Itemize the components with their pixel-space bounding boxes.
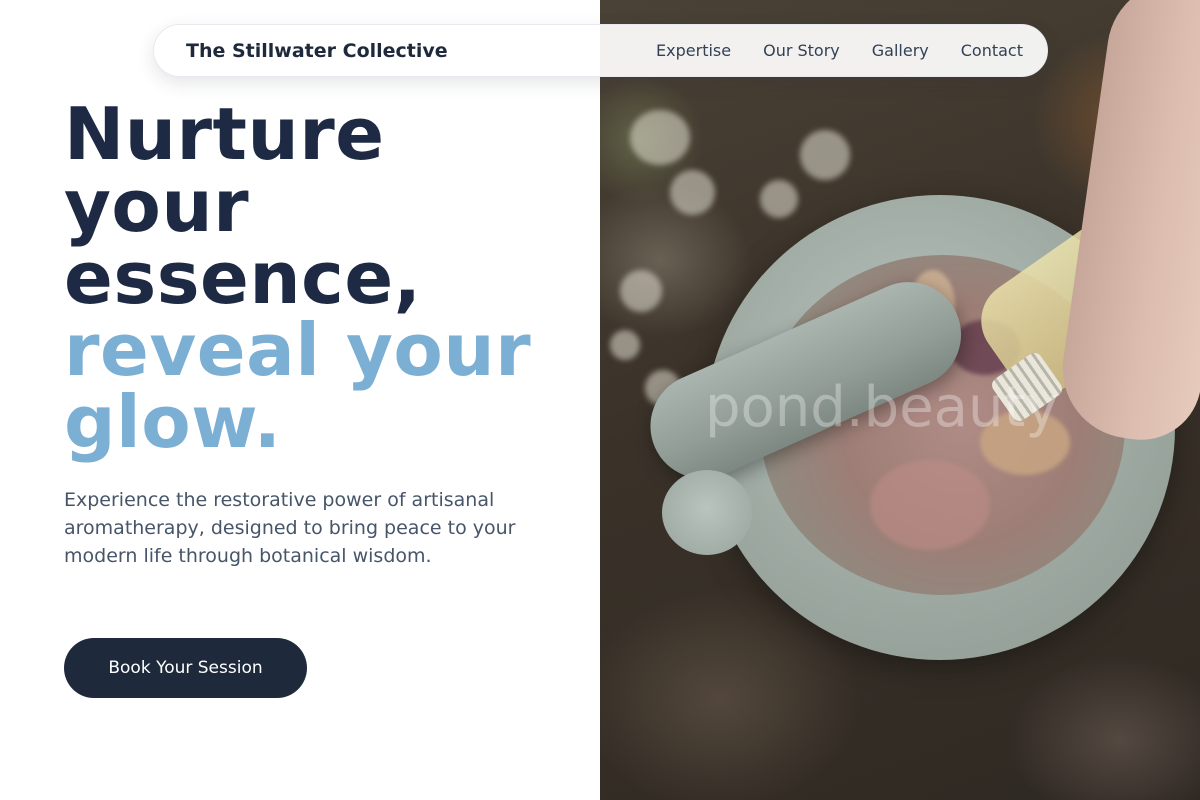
- image-watermark: pond.beauty: [705, 375, 1059, 440]
- headline-line: Nurture: [64, 92, 385, 176]
- headline-line: essence,: [64, 236, 422, 320]
- nav-link-expertise[interactable]: Expertise: [656, 41, 731, 60]
- hero-image: pond.beauty: [600, 0, 1200, 800]
- headline-accent-line: glow.: [64, 380, 282, 464]
- top-navigation: The Stillwater Collective Expertise Our …: [153, 24, 1048, 77]
- hero-subtext: Experience the restorative power of arti…: [64, 489, 516, 567]
- book-session-button[interactable]: Book Your Session: [64, 638, 307, 698]
- brand-logo[interactable]: The Stillwater Collective: [186, 40, 448, 62]
- nav-link-gallery[interactable]: Gallery: [872, 41, 929, 60]
- headline-accent-line: reveal your: [64, 308, 532, 392]
- nav-link-contact[interactable]: Contact: [961, 41, 1023, 60]
- hero-headline: Nurture your essence, reveal your glow.: [64, 98, 584, 458]
- nav-link-our-story[interactable]: Our Story: [763, 41, 840, 60]
- nav-links: Expertise Our Story Gallery Contact: [656, 41, 1023, 60]
- headline-line: your: [64, 164, 250, 248]
